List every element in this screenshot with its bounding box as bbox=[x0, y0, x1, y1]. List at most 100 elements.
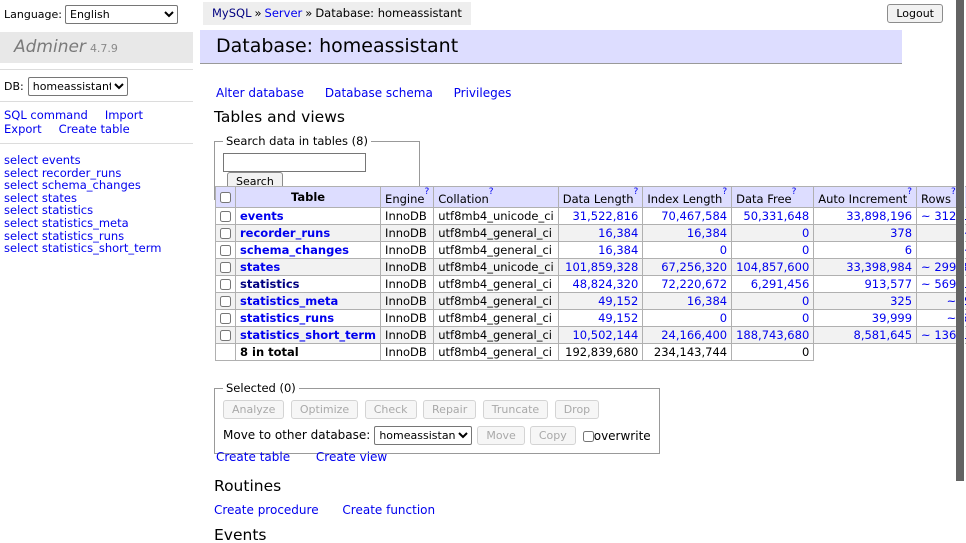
alter-database-link[interactable]: Alter database bbox=[216, 86, 304, 100]
table-row-statistics-runs: statistics_runs InnoDB utf8mb4_general_c… bbox=[216, 310, 966, 327]
export-link[interactable]: Export bbox=[4, 122, 42, 136]
db-select[interactable]: homeassistant bbox=[28, 77, 128, 96]
data-length-help-icon[interactable]: ? bbox=[634, 187, 639, 197]
auto-increment-link[interactable]: 6 bbox=[905, 243, 912, 257]
data-length-link[interactable]: 16,384 bbox=[598, 243, 638, 257]
auto-increment-link[interactable]: 8,581,645 bbox=[854, 328, 913, 342]
data-free-link[interactable]: 0 bbox=[802, 294, 809, 308]
data-free-link[interactable]: 0 bbox=[802, 243, 809, 257]
breadcrumb-current: Database: homeassistant bbox=[315, 6, 462, 20]
scrollbar-thumb[interactable] bbox=[956, 0, 964, 481]
sidebar-item-select-statistics-short-term[interactable]: select statistics_short_term bbox=[4, 242, 161, 255]
index-length-link[interactable]: 0 bbox=[720, 311, 727, 325]
data-free-link[interactable]: 50,331,648 bbox=[743, 209, 809, 223]
engine-help-icon[interactable]: ? bbox=[424, 187, 429, 197]
table-link[interactable]: states bbox=[240, 260, 280, 274]
routine-links-row: Create procedure Create function bbox=[214, 503, 455, 517]
move-db-select[interactable]: homeassistant bbox=[374, 426, 472, 445]
create-links-row: Create table Create view bbox=[216, 450, 409, 464]
data-free-link[interactable]: 6,291,456 bbox=[751, 277, 810, 291]
row-checkbox[interactable] bbox=[220, 228, 231, 239]
data-free-link[interactable]: 0 bbox=[802, 226, 809, 240]
select-all-checkbox[interactable] bbox=[220, 192, 231, 203]
index-length-link[interactable]: 70,467,584 bbox=[661, 209, 727, 223]
breadcrumb-separator: » bbox=[305, 6, 312, 20]
auto-increment-link[interactable]: 33,398,984 bbox=[846, 260, 912, 274]
import-link[interactable]: Import bbox=[105, 108, 143, 122]
repair-button: Repair bbox=[423, 400, 476, 419]
row-checkbox[interactable] bbox=[220, 330, 231, 341]
table-link[interactable]: recorder_runs bbox=[240, 226, 330, 240]
row-checkbox[interactable] bbox=[220, 313, 231, 324]
db-label: DB: bbox=[4, 80, 24, 93]
row-checkbox[interactable] bbox=[220, 262, 231, 273]
auto-increment-link[interactable]: 39,999 bbox=[872, 311, 912, 325]
sidebar-divider bbox=[0, 143, 193, 144]
row-checkbox[interactable] bbox=[220, 211, 231, 222]
privileges-link[interactable]: Privileges bbox=[454, 86, 512, 100]
table-link[interactable]: statistics_meta bbox=[240, 294, 338, 308]
auto-increment-link[interactable]: 33,898,196 bbox=[846, 209, 912, 223]
create-function-link[interactable]: Create function bbox=[342, 503, 435, 517]
table-link[interactable]: statistics_short_term bbox=[240, 328, 376, 342]
create-procedure-link[interactable]: Create procedure bbox=[214, 503, 319, 517]
breadcrumb-mysql-link[interactable]: MySQL bbox=[212, 6, 252, 20]
engine-cell: InnoDB bbox=[381, 293, 434, 310]
table-link[interactable]: statistics_runs bbox=[240, 311, 334, 325]
drop-button: Drop bbox=[555, 400, 599, 419]
index-length-link[interactable]: 16,384 bbox=[687, 226, 727, 240]
selected-fieldset: Selected (0) Analyze Optimize Check Repa… bbox=[214, 381, 660, 454]
index-length-help-icon[interactable]: ? bbox=[722, 187, 727, 197]
row-checkbox[interactable] bbox=[220, 279, 231, 290]
index-length-link[interactable]: 0 bbox=[720, 243, 727, 257]
create-view-link[interactable]: Create view bbox=[316, 450, 387, 464]
data-free-link[interactable]: 0 bbox=[802, 311, 809, 325]
logout-button[interactable]: Logout bbox=[887, 4, 943, 23]
create-table-link-sidebar[interactable]: Create table bbox=[59, 122, 130, 136]
row-checkbox[interactable] bbox=[220, 245, 231, 256]
auto-increment-link[interactable]: 378 bbox=[890, 226, 912, 240]
data-free-link[interactable]: 104,857,600 bbox=[736, 260, 809, 274]
sidebar-item-select-statistics-meta[interactable]: select statistics_meta bbox=[4, 217, 161, 230]
data-free-link[interactable]: 188,743,680 bbox=[736, 328, 809, 342]
index-length-link[interactable]: 67,256,320 bbox=[661, 260, 727, 274]
table-row-events: events InnoDB utf8mb4_unicode_ci 31,522,… bbox=[216, 208, 966, 225]
overwrite-label: overwrite bbox=[583, 429, 651, 443]
breadcrumb-server-link[interactable]: Server bbox=[265, 6, 303, 20]
data-length-link[interactable]: 49,152 bbox=[598, 311, 638, 325]
collation-help-icon[interactable]: ? bbox=[489, 187, 494, 197]
language-select[interactable]: English bbox=[65, 5, 178, 24]
col-header-engine: Engine? bbox=[381, 187, 434, 208]
data-length-link[interactable]: 16,384 bbox=[598, 226, 638, 240]
row-checkbox[interactable] bbox=[220, 296, 231, 307]
search-legend: Search data in tables (8) bbox=[223, 134, 371, 148]
index-length-link[interactable]: 16,384 bbox=[687, 294, 727, 308]
col-header-table: Table bbox=[236, 187, 381, 208]
app-name: Adminer bbox=[14, 37, 86, 57]
data-length-link[interactable]: 101,859,328 bbox=[565, 260, 638, 274]
sql-command-link[interactable]: SQL command bbox=[4, 108, 88, 122]
table-row-states: states InnoDB utf8mb4_unicode_ci 101,859… bbox=[216, 259, 966, 276]
database-schema-link[interactable]: Database schema bbox=[325, 86, 433, 100]
table-row-statistics-short-term: statistics_short_term InnoDB utf8mb4_gen… bbox=[216, 327, 966, 344]
create-table-link[interactable]: Create table bbox=[216, 450, 290, 464]
scrollbar[interactable] bbox=[956, 0, 965, 543]
overwrite-checkbox[interactable] bbox=[583, 431, 594, 442]
optimize-button: Optimize bbox=[291, 400, 358, 419]
auto-increment-link[interactable]: 913,577 bbox=[864, 277, 912, 291]
auto-increment-help-icon[interactable]: ? bbox=[907, 187, 912, 197]
index-length-link[interactable]: 72,220,672 bbox=[661, 277, 727, 291]
data-length-link[interactable]: 31,522,816 bbox=[572, 209, 638, 223]
data-length-link[interactable]: 48,824,320 bbox=[572, 277, 638, 291]
table-link[interactable]: statistics bbox=[240, 277, 300, 291]
search-input[interactable] bbox=[223, 153, 366, 172]
table-link[interactable]: schema_changes bbox=[240, 243, 349, 257]
sidebar-item-select-schema-changes[interactable]: select schema_changes bbox=[4, 179, 161, 192]
data-free-help-icon[interactable]: ? bbox=[792, 187, 797, 197]
auto-increment-link[interactable]: 325 bbox=[890, 294, 912, 308]
table-link[interactable]: events bbox=[240, 209, 284, 223]
data-length-link[interactable]: 49,152 bbox=[598, 294, 638, 308]
sidebar-item-select-events[interactable]: select events bbox=[4, 154, 161, 167]
index-length-link[interactable]: 24,166,400 bbox=[661, 328, 727, 342]
data-length-link[interactable]: 10,502,144 bbox=[572, 328, 638, 342]
